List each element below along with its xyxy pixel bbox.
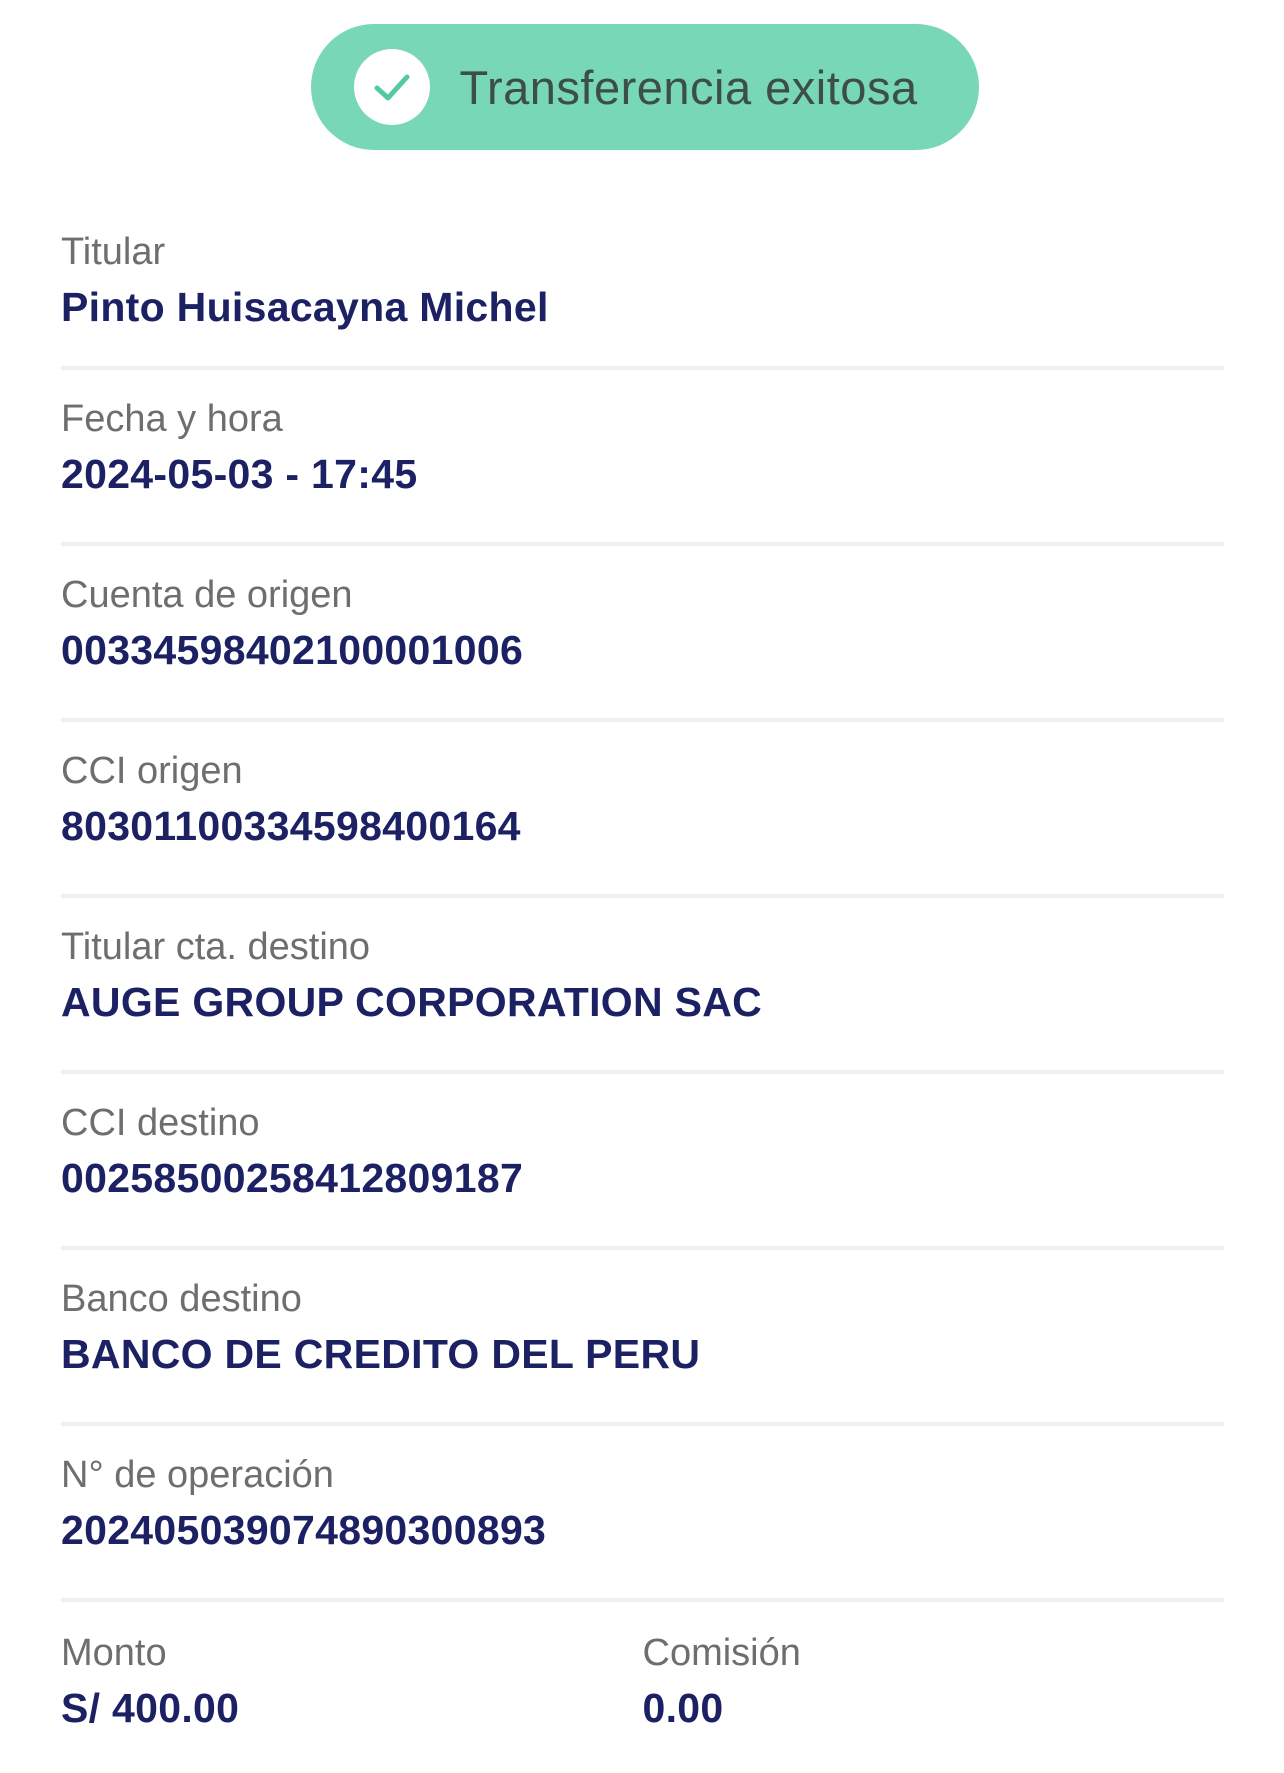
field-label: Titular cta. destino xyxy=(61,926,371,968)
field-value: BANCO DE CREDITO DEL PERU xyxy=(61,1331,701,1377)
field-titular-destino: Titular cta. destino AUGE GROUP CORPORAT… xyxy=(61,898,1224,1074)
field-banco-destino: Banco destino BANCO DE CREDITO DEL PERU xyxy=(61,1250,1224,1426)
field-value: Pinto Huisacayna Michel xyxy=(61,284,549,330)
amount-row: Monto S/ 400.00 Comisión 0.00 xyxy=(61,1602,1224,1734)
field-value: 00258500258412809187 xyxy=(61,1155,524,1201)
field-comision: Comisión 0.00 xyxy=(643,1630,1225,1734)
field-value: 80301100334598400164 xyxy=(61,803,521,849)
field-label: N° de operación xyxy=(61,1454,334,1496)
field-monto: Monto S/ 400.00 xyxy=(61,1630,643,1734)
field-cci-destino: CCI destino 00258500258412809187 xyxy=(61,1074,1224,1250)
field-label: Comisión xyxy=(642,1632,801,1674)
field-cci-origen: CCI origen 80301100334598400164 xyxy=(61,722,1224,898)
field-titular: Titular Pinto Huisacayna Michel xyxy=(61,205,1224,370)
field-fecha-hora: Fecha y hora 2024-05-03 - 17:45 xyxy=(61,370,1224,546)
field-value: S/ 400.00 xyxy=(61,1685,240,1731)
status-banner: Transferencia exitosa xyxy=(310,24,979,150)
field-value: 2024-05-03 - 17:45 xyxy=(61,451,418,497)
field-label: Monto xyxy=(61,1632,167,1674)
check-icon xyxy=(353,49,430,125)
field-label: Banco destino xyxy=(61,1278,302,1320)
field-label: Cuenta de origen xyxy=(61,574,353,616)
field-label: Fecha y hora xyxy=(61,398,283,440)
field-value: 20240503907489030089​3 xyxy=(61,1507,547,1553)
field-value: AUGE GROUP CORPORATION SAC xyxy=(61,979,763,1025)
status-banner-wrapper: Transferencia exitosa xyxy=(0,24,1284,150)
status-title: Transferencia exitosa xyxy=(459,60,918,114)
field-value: 00334598402100001006 xyxy=(61,627,524,673)
field-cuenta-origen: Cuenta de origen 00334598402100001006 xyxy=(61,546,1224,722)
field-label: CCI destino xyxy=(61,1102,260,1144)
transfer-details: Titular Pinto Huisacayna Michel Fecha y … xyxy=(61,205,1224,1734)
field-value: 0.00 xyxy=(642,1685,724,1731)
field-numero-operacion: N° de operación 20240503907489030089​3 xyxy=(61,1426,1224,1602)
field-label: Titular xyxy=(61,231,166,273)
field-label: CCI origen xyxy=(61,750,243,792)
